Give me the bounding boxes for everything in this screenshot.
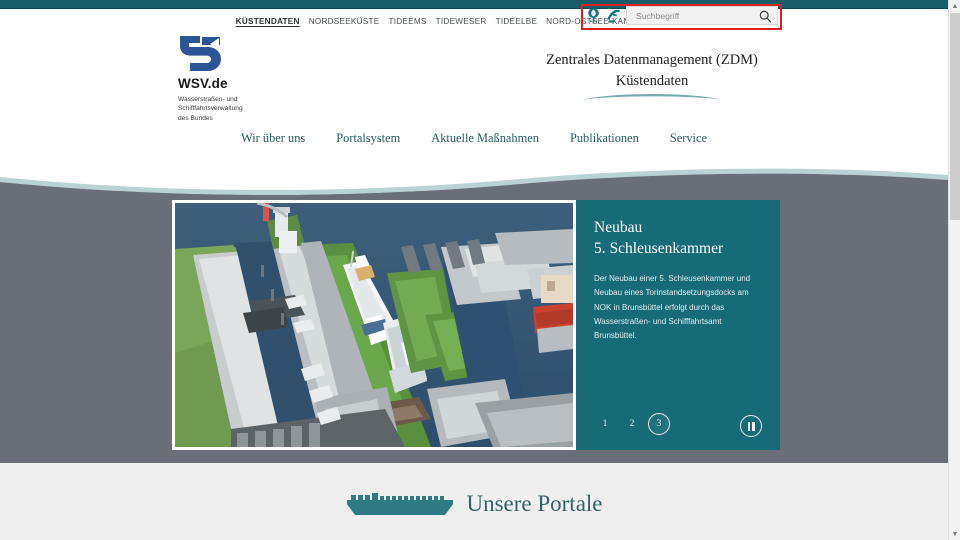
pause-icon-bar-left xyxy=(747,421,750,431)
logo-wordmark: WSV.de xyxy=(178,76,228,91)
main-nav-item-publikationen[interactable]: Publikationen xyxy=(570,131,639,146)
main-nav: Wir über uns Portalsystem Aktuelle Maßna… xyxy=(0,131,948,146)
search-button[interactable] xyxy=(757,8,773,24)
slider-page-3[interactable]: 3 xyxy=(648,413,670,435)
site-logo[interactable]: WSV.de Wasserstraßen- und Schifffahrtsve… xyxy=(178,33,298,123)
logo-subtitle-line-1: Wasserstraßen- und xyxy=(178,95,238,103)
top-accent-bar xyxy=(0,0,948,9)
region-nav-item-tideelbe[interactable]: TIDEELBE xyxy=(496,17,538,26)
hero-slider: Neubau 5. Schleusenkammer Der Neubau ein… xyxy=(172,200,780,450)
logo-subtitle-line-3: des Bundes xyxy=(178,114,213,122)
slide-caption-title-line-1: Neubau xyxy=(594,219,643,236)
pause-icon-bar-right xyxy=(752,421,755,431)
main-nav-item-wir-ueber-uns[interactable]: Wir über uns xyxy=(241,131,305,146)
region-nav-item-tideweser[interactable]: TIDEWESER xyxy=(436,17,487,26)
body-area: Neubau 5. Schleusenkammer Der Neubau ein… xyxy=(0,155,948,540)
main-nav-item-portalsystem[interactable]: Portalsystem xyxy=(336,131,400,146)
scroll-down-arrow-icon[interactable]: ▼ xyxy=(949,528,960,540)
container-ship-icon xyxy=(347,493,454,515)
scroll-up-arrow-icon[interactable]: ▲ xyxy=(949,0,960,12)
wave-divider xyxy=(0,155,948,201)
lock-chamber-rendering xyxy=(175,203,573,447)
main-nav-item-service[interactable]: Service xyxy=(670,131,707,146)
portals-heading: Unsere Portale xyxy=(0,491,948,517)
scrollbar-thumb[interactable] xyxy=(950,13,960,220)
search-input[interactable] xyxy=(636,7,754,24)
logo-subtitle: Wasserstraßen- und Schifffahrtsverwaltun… xyxy=(178,95,298,124)
region-nav-item-nordseekueste[interactable]: NORDSEEKÜSTE xyxy=(309,17,380,26)
wsv-logo-icon xyxy=(180,36,221,71)
slide-caption-title: Neubau 5. Schleusenkammer xyxy=(594,218,763,259)
slider-page-2[interactable]: 2 xyxy=(621,413,643,435)
logo-subtitle-line-2: Schifffahrtsverwaltung xyxy=(178,105,243,113)
portals-title: Unsere Portale xyxy=(466,491,603,516)
site-title-line-1: Zentrales Datenmanagement (ZDM) xyxy=(546,52,758,68)
slider-controls: 1 2 3 xyxy=(594,411,762,437)
search-cluster xyxy=(586,6,778,25)
site-title: Zentrales Datenmanagement (ZDM) Küstenda… xyxy=(454,50,850,101)
slide-caption-body: Der Neubau einer 5. Schleusenkammer und … xyxy=(594,274,751,341)
slide-caption: Neubau 5. Schleusenkammer Der Neubau ein… xyxy=(576,200,780,450)
slide-caption-title-line-2: 5. Schleusenkammer xyxy=(594,239,724,257)
leaf-icon[interactable] xyxy=(586,7,601,24)
search-box[interactable] xyxy=(626,6,778,25)
region-nav-item-kuestendaten[interactable]: KÜSTENDATEN xyxy=(236,17,300,26)
region-nav-item-tideems[interactable]: TIDEEMS xyxy=(388,17,426,26)
main-nav-item-aktuelle-massnahmen[interactable]: Aktuelle Maßnahmen xyxy=(431,131,539,146)
site-title-line-2: Küstendaten xyxy=(615,72,689,89)
leaf-bird-icon[interactable] xyxy=(606,7,621,24)
slide-image[interactable] xyxy=(172,200,576,450)
slider-page-1[interactable]: 1 xyxy=(594,413,616,435)
title-swoosh-decoration xyxy=(582,94,722,100)
region-nav: KÜSTENDATEN NORDSEEKÜSTE TIDEEMS TIDEWES… xyxy=(0,10,948,32)
slider-pause-button[interactable] xyxy=(740,415,762,437)
page-root: KÜSTENDATEN NORDSEEKÜSTE TIDEEMS TIDEWES… xyxy=(0,0,960,540)
search-icon xyxy=(759,10,771,23)
vertical-scrollbar[interactable]: ▲ ▼ xyxy=(948,0,960,540)
